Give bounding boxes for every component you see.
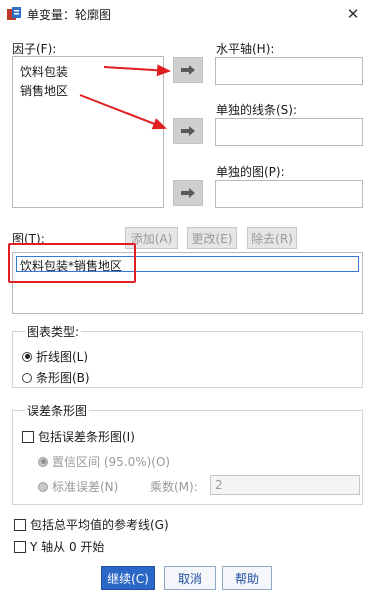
y-axis-zero-checkbox[interactable] [14, 540, 26, 553]
confidence-interval-radio[interactable] [38, 456, 48, 467]
error-bars-label: 误差条形图 [25, 402, 90, 419]
standard-error-option[interactable]: 标准误差(N) [38, 478, 118, 495]
include-error-bars-checkbox[interactable] [22, 430, 34, 443]
bar-chart-option[interactable]: 条形图(B) [22, 369, 90, 386]
annotation-highlight-box [8, 243, 136, 283]
reference-line-checkbox[interactable] [14, 518, 26, 531]
include-error-bars-text: 包括误差条形图(I) [38, 430, 135, 444]
bar-chart-text: 条形图(B) [36, 371, 90, 385]
cancel-button[interactable]: 取消 [164, 566, 216, 590]
line-chart-option[interactable]: 折线图(L) [22, 348, 88, 365]
multiplier-input[interactable]: 2 [210, 475, 360, 495]
line-chart-text: 折线图(L) [36, 350, 89, 364]
bar-chart-radio[interactable] [22, 372, 32, 383]
confidence-interval-option[interactable]: 置信区间 (95.0%)(O) [38, 453, 170, 470]
change-button[interactable]: 更改(E) [187, 227, 237, 249]
standard-error-text: 标准误差(N) [52, 480, 119, 494]
help-button[interactable]: 帮助 [222, 566, 272, 590]
multiplier-label: 乘数(M): [150, 480, 198, 494]
confidence-interval-text: 置信区间 (95.0%)(O) [52, 455, 171, 469]
standard-error-radio[interactable] [38, 481, 48, 492]
chart-type-label: 图表类型: [25, 323, 82, 340]
y-axis-zero-text: Y 轴从 0 开始 [30, 540, 105, 554]
reference-line-text: 包括总平均值的参考线(G) [30, 518, 169, 532]
line-chart-radio[interactable] [22, 351, 32, 362]
y-axis-zero-option[interactable]: Y 轴从 0 开始 [14, 538, 104, 555]
reference-line-option[interactable]: 包括总平均值的参考线(G) [14, 516, 169, 533]
continue-button[interactable]: 继续(C) [101, 566, 155, 590]
include-error-bars-option[interactable]: 包括误差条形图(I) [22, 428, 135, 445]
remove-button[interactable]: 除去(R) [247, 227, 297, 249]
